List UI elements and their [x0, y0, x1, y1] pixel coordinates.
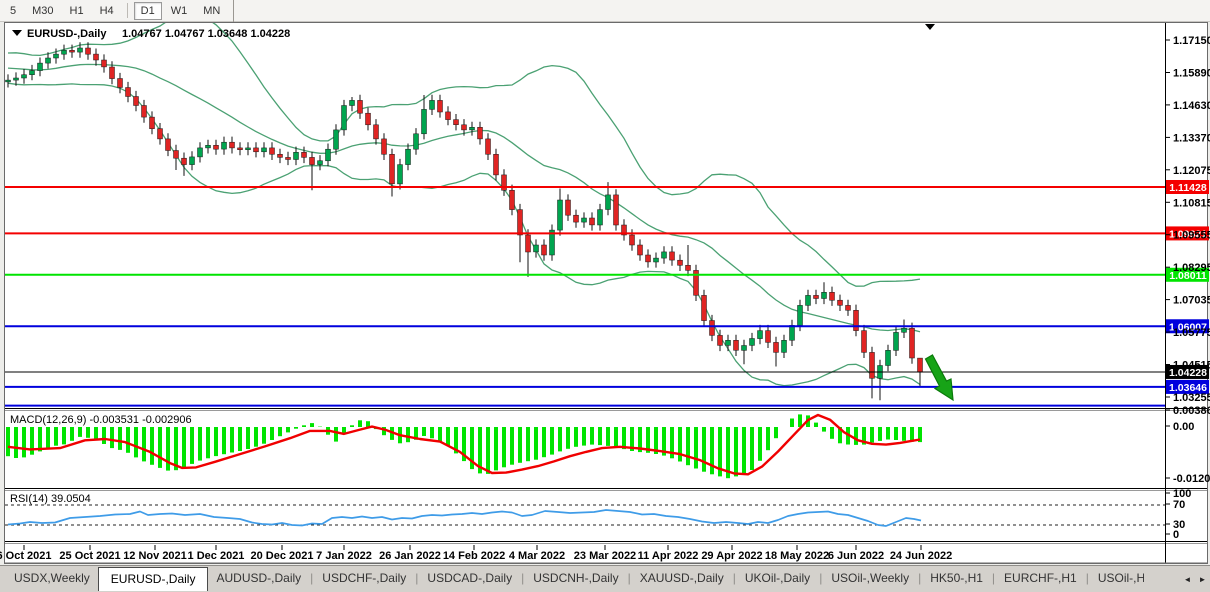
tab-separator: |	[733, 571, 736, 585]
svg-text:1.08295: 1.08295	[1173, 262, 1210, 274]
tab-separator: |	[310, 571, 313, 585]
svg-text:1.05775: 1.05775	[1173, 327, 1210, 339]
svg-text:1.03255: 1.03255	[1173, 392, 1210, 404]
svg-text:1.14630: 1.14630	[1173, 100, 1210, 112]
svg-text:26 Jan 2022: 26 Jan 2022	[379, 550, 441, 562]
svg-text:7 Jan 2022: 7 Jan 2022	[316, 550, 372, 562]
svg-text:-0.01208: -0.01208	[1173, 473, 1210, 485]
tab-hk50-h1[interactable]: HK50-,H1	[922, 568, 991, 588]
tab-usdchf-daily[interactable]: USDCHF-,Daily	[314, 568, 414, 588]
macd-label: MACD(12,26,9) -0.003531 -0.002906	[10, 414, 192, 426]
tab-usoil-h1[interactable]: USOil-,H1	[1090, 568, 1144, 588]
svg-text:1.17150: 1.17150	[1173, 35, 1210, 47]
tab-audusd-daily[interactable]: AUDUSD-,Daily	[208, 568, 309, 588]
svg-text:18 May 2022: 18 May 2022	[765, 550, 829, 562]
svg-text:6 Oct 2021: 6 Oct 2021	[0, 550, 52, 562]
timeframe-button-d1[interactable]: D1	[134, 2, 162, 20]
toolbar-separator	[127, 3, 128, 18]
scroll-right-icon[interactable]: ►	[1195, 570, 1210, 588]
timeframe-toolbar: 5M30H1H4 D1W1MN	[0, 0, 1210, 22]
svg-text:1.09555: 1.09555	[1173, 230, 1210, 242]
svg-text:1 Dec 2021: 1 Dec 2021	[188, 550, 245, 562]
tab-eurchf-h1[interactable]: EURCHF-,H1	[996, 568, 1085, 588]
chart-surface[interactable]: 1.114281.096211.080111.060071.042281.036…	[0, 0, 1210, 565]
chart-window-bg	[4, 22, 1208, 563]
svg-text:25 Oct 2021: 25 Oct 2021	[59, 550, 120, 562]
svg-text:11 Apr 2022: 11 Apr 2022	[638, 550, 699, 562]
scroll-left-icon[interactable]: ◄	[1180, 570, 1195, 588]
tab-separator: |	[918, 571, 921, 585]
svg-text:0.00: 0.00	[1173, 421, 1194, 433]
chart-title: EURUSD-,Daily	[27, 28, 107, 40]
tab-separator: |	[1086, 571, 1089, 585]
svg-text:20 Dec 2021: 20 Dec 2021	[251, 550, 314, 562]
svg-text:70: 70	[1173, 499, 1185, 511]
timeframe-button-h4[interactable]: H4	[93, 2, 121, 20]
timeframe-button-mn[interactable]: MN	[196, 2, 227, 20]
tab-usdcnh-daily[interactable]: USDCNH-,Daily	[525, 568, 626, 588]
tab-separator: |	[521, 571, 524, 585]
tab-separator: |	[628, 571, 631, 585]
tab-separator: |	[415, 571, 418, 585]
tab-separator: |	[819, 571, 822, 585]
svg-text:1.04515: 1.04515	[1173, 360, 1210, 372]
timeframe-button-h1[interactable]: H1	[63, 2, 91, 20]
svg-text:14 Feb 2022: 14 Feb 2022	[443, 550, 505, 562]
svg-text:1.10815: 1.10815	[1173, 197, 1210, 209]
symbol-tabbar: USDX,WeeklyEURUSD-,DailyAUDUSD-,Daily|US…	[0, 565, 1210, 592]
svg-text:0: 0	[1173, 529, 1179, 541]
svg-text:23 Mar 2022: 23 Mar 2022	[574, 550, 636, 562]
svg-text:1.07035: 1.07035	[1173, 295, 1210, 307]
tab-usdcad-daily[interactable]: USDCAD-,Daily	[419, 568, 520, 588]
tab-separator: |	[992, 571, 995, 585]
svg-text:24 Jun 2022: 24 Jun 2022	[890, 550, 952, 562]
svg-text:0.003865: 0.003865	[1173, 405, 1210, 417]
tab-ukoil-daily[interactable]: UKOil-,Daily	[737, 568, 818, 588]
tab-eurusd-daily[interactable]: EURUSD-,Daily	[98, 567, 209, 591]
rsi-label: RSI(14) 39.0504	[10, 493, 91, 505]
svg-text:1.13370: 1.13370	[1173, 132, 1210, 144]
svg-text:1.12075: 1.12075	[1173, 165, 1210, 177]
tab-xauusd-daily[interactable]: XAUUSD-,Daily	[632, 568, 732, 588]
tab-usdx-weekly[interactable]: USDX,Weekly	[6, 568, 98, 588]
svg-text:6 Jun 2022: 6 Jun 2022	[828, 550, 884, 562]
svg-text:1.11428: 1.11428	[1169, 182, 1207, 194]
tab-usoil-weekly[interactable]: USOil-,Weekly	[823, 568, 917, 588]
chart-quote-ohlc: 1.04767 1.04767 1.03648 1.04228	[122, 28, 290, 40]
svg-text:29 Apr 2022: 29 Apr 2022	[701, 550, 762, 562]
timeframe-button-m30[interactable]: M30	[25, 2, 60, 20]
svg-text:12 Nov 2021: 12 Nov 2021	[123, 550, 187, 562]
svg-text:1.15890: 1.15890	[1173, 68, 1210, 80]
timeframe-button-5[interactable]: 5	[3, 2, 23, 20]
svg-text:4 Mar 2022: 4 Mar 2022	[509, 550, 565, 562]
timeframe-button-w1[interactable]: W1	[164, 2, 195, 20]
toolbar-separator	[233, 0, 234, 22]
